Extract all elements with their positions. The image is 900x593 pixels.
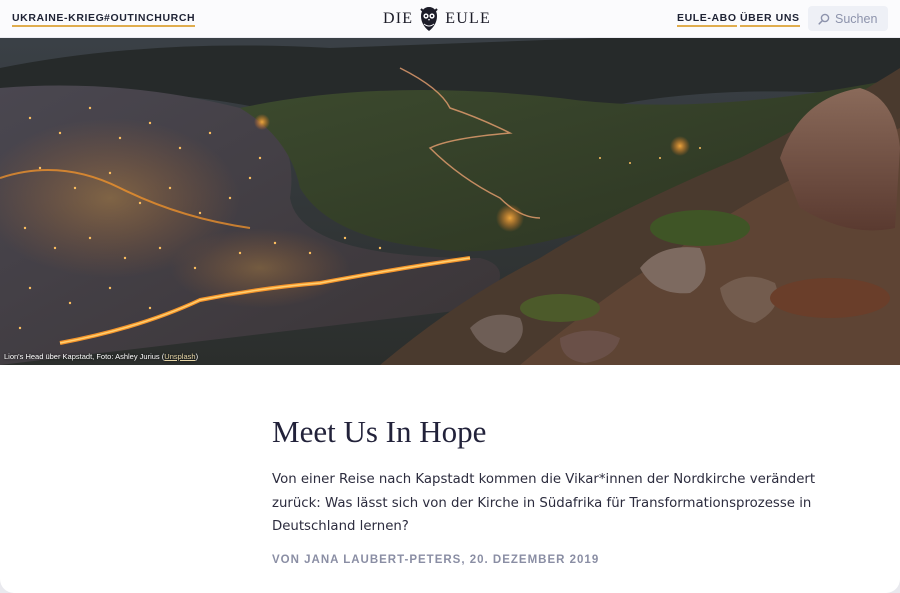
nav-link-outinchurch[interactable]: #OUTINCHURCH [104,12,196,27]
article-lead: Von einer Reise nach Kapstadt kommen die… [272,472,816,534]
hero-image [0,38,900,365]
site-header: UKRAINE-KRIEG #OUTINCHURCH DIE EULE EULE… [0,0,900,38]
article-title: Meet Us In Hope [272,414,487,449]
search-label: Suchen [835,11,878,26]
nav-link-eule-abo[interactable]: EULE-ABO [677,12,737,27]
nav-link-ueber-uns[interactable]: ÜBER UNS [740,12,800,27]
owl-icon [420,7,438,31]
site-logo[interactable]: DIE EULE [383,4,491,34]
search-button[interactable]: Suchen [808,6,888,31]
search-icon [818,13,830,25]
page: UKRAINE-KRIEG #OUTINCHURCH DIE EULE EULE… [0,0,900,593]
article-byline: VON JANA LAUBERT-PETERS, 20. DEZEMBER 20… [272,554,600,566]
hero-caption: Lion's Head über Kapstadt, Foto: Ashley … [4,352,198,361]
logo-word-die: DIE [383,10,414,27]
caption-text: Lion's Head über Kapstadt, Foto: Ashley … [4,352,165,361]
logo-word-eule: EULE [445,10,491,27]
caption-source-link[interactable]: Unsplash [164,352,195,361]
nav-link-ukraine-krieg[interactable]: UKRAINE-KRIEG [12,12,105,27]
caption-end: ) [195,352,199,361]
